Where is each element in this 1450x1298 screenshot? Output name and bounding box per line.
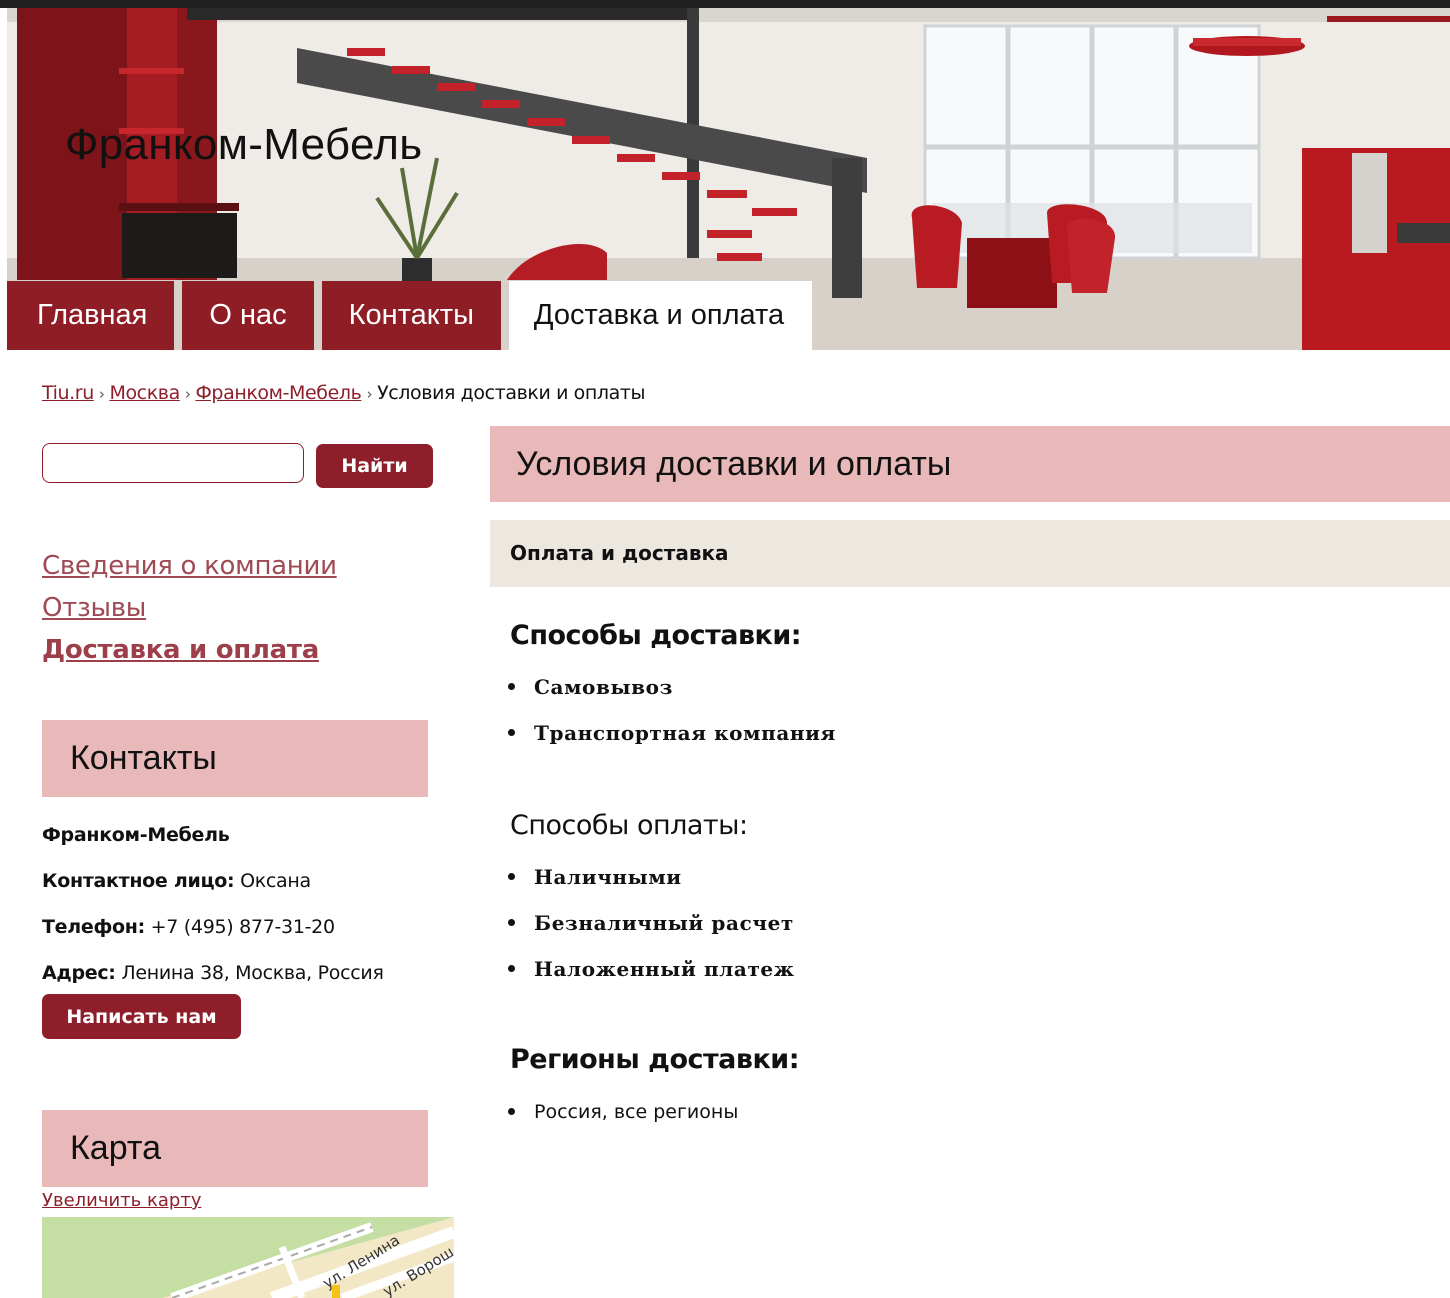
contacts-company: Франком-Мебель xyxy=(42,824,230,846)
nav-home[interactable]: Главная xyxy=(7,281,175,350)
site-header: Франком-Мебель Главная О нас Контакты До… xyxy=(7,8,1450,350)
side-menu-delivery[interactable]: Доставка и оплата xyxy=(42,629,337,671)
write-us-button[interactable]: Написать нам xyxy=(42,994,241,1039)
breadcrumb-link-company[interactable]: Франком-Мебель xyxy=(195,382,361,404)
contacts-person-label: Контактное лицо: xyxy=(42,870,235,892)
breadcrumb-current: Условия доставки и оплаты xyxy=(377,382,646,404)
side-menu-company-info[interactable]: Сведения о компании xyxy=(42,545,337,587)
contacts-address-label: Адрес: xyxy=(42,962,116,984)
main-nav: Главная О нас Контакты Доставка и оплата xyxy=(7,281,813,350)
contacts-person: Оксана xyxy=(240,870,311,892)
contacts-address: Ленина 38, Москва, Россия xyxy=(121,962,384,984)
enlarge-map-link[interactable]: Увеличить карту xyxy=(42,1190,201,1211)
breadcrumb-link-tiu[interactable]: Tiu.ru xyxy=(42,382,94,404)
breadcrumb-link-moscow[interactable]: Москва xyxy=(109,382,180,404)
nav-about[interactable]: О нас xyxy=(182,281,314,350)
payment-methods-list: Наличными Безналичный расчет Наложенный … xyxy=(508,854,795,992)
map-heading: Карта xyxy=(42,1110,428,1187)
list-item: Транспортная компания xyxy=(508,710,836,756)
nav-delivery[interactable]: Доставка и оплата xyxy=(508,281,813,350)
delivery-regions-list: Россия, все регионы xyxy=(508,1089,738,1135)
list-item: Наличными xyxy=(508,854,795,900)
top-border xyxy=(0,0,1450,8)
search-input[interactable] xyxy=(42,443,304,483)
side-menu-reviews[interactable]: Отзывы xyxy=(42,587,337,629)
contacts-heading: Контакты xyxy=(42,720,428,797)
list-item: Наложенный платеж xyxy=(508,946,795,992)
site-title: Франком-Мебель xyxy=(65,120,423,169)
contacts-info: Франком-Мебель Контактное лицо: Оксана Т… xyxy=(42,812,384,996)
contacts-phone: +7 (495) 877-31-20 xyxy=(150,916,335,938)
list-item: Самовывоз xyxy=(508,664,836,710)
page-title: Условия доставки и оплаты xyxy=(490,426,1450,502)
delivery-methods-title: Способы доставки: xyxy=(510,620,802,651)
breadcrumb-separator: › xyxy=(184,385,191,403)
delivery-methods-list: Самовывоз Транспортная компания xyxy=(508,664,836,756)
map-image[interactable]: ул. Ленина ул. Ворош xyxy=(42,1217,454,1298)
side-menu: Сведения о компании Отзывы Доставка и оп… xyxy=(42,545,337,671)
breadcrumb-separator: › xyxy=(366,385,373,403)
delivery-regions-title: Регионы доставки: xyxy=(510,1044,800,1075)
contacts-phone-label: Телефон: xyxy=(42,916,145,938)
section-subtitle: Оплата и доставка xyxy=(490,520,1450,587)
list-item: Безналичный расчет xyxy=(508,900,795,946)
breadcrumb: Tiu.ru › Москва › Франком-Мебель › Условия дос… xyxy=(42,382,646,404)
map-graphic: ул. Ленина ул. Ворош xyxy=(42,1217,454,1298)
payment-methods-title: Способы оплаты: xyxy=(510,810,748,841)
nav-contacts[interactable]: Контакты xyxy=(321,281,501,350)
search-button[interactable]: Найти xyxy=(316,444,433,488)
breadcrumb-separator: › xyxy=(98,385,105,403)
list-item: Россия, все регионы xyxy=(508,1089,738,1135)
